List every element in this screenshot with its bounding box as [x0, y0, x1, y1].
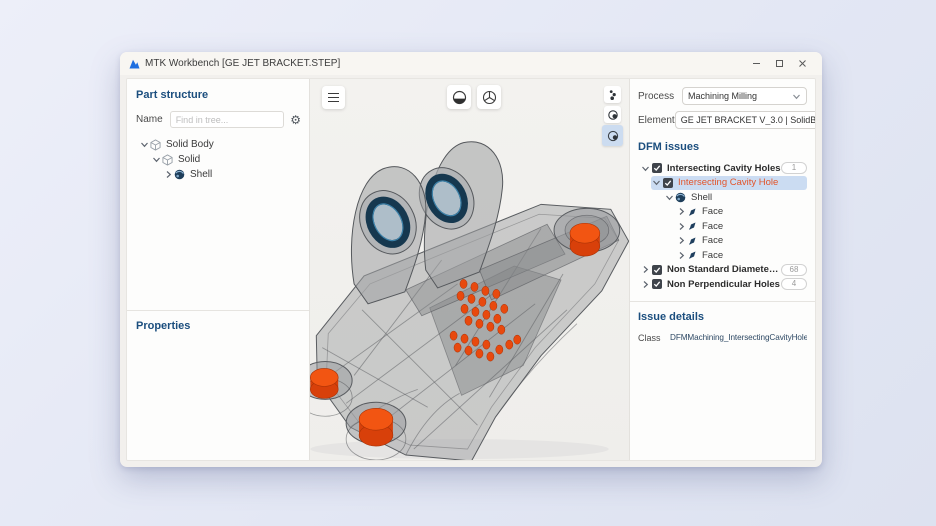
desktop-background: MTK Workbench [GE JET BRACKET.STEP] Part… [0, 0, 936, 526]
chevron-down-icon[interactable] [138, 140, 150, 149]
dfm-issues-tree: Intersecting Cavity Holes 1 Intersecting… [638, 161, 807, 291]
main-content: Part structure Name ⚙ Solid Body [126, 78, 816, 461]
chevron-right-icon[interactable] [676, 236, 687, 245]
issue-category-intersecting-cavity-holes[interactable]: Intersecting Cavity Holes 1 [638, 161, 807, 175]
tree-item-shell[interactable]: Shell [136, 167, 301, 182]
view-orientation-button[interactable] [477, 85, 501, 109]
gear-icon[interactable]: ⚙ [290, 114, 301, 126]
checkbox-check-icon [653, 164, 661, 172]
shaded-view-icon [452, 90, 467, 105]
issue-sphere-button[interactable] [604, 106, 621, 123]
class-value: DFMMachining_IntersectingCavityHoleIssue [670, 333, 807, 343]
chevron-down-icon[interactable] [640, 164, 651, 173]
process-select[interactable]: Machining Milling [682, 87, 807, 105]
properties-title: Properties [136, 320, 301, 332]
checkbox-check-icon [664, 179, 672, 187]
checkbox-checked[interactable] [652, 265, 662, 275]
element-label: Element [638, 115, 675, 126]
issue-node-shell[interactable]: Shell [638, 190, 807, 204]
shaded-view-button[interactable] [447, 85, 471, 109]
part-structure-panel: Part structure Name ⚙ Solid Body [127, 79, 310, 460]
tree-item-label: Solid [178, 154, 200, 165]
issue-category-non-standard-diameter-holes[interactable]: Non Standard Diameter Holes 68 [638, 263, 807, 277]
chevron-right-icon[interactable] [676, 251, 687, 260]
isolate-issue-button[interactable] [602, 125, 623, 146]
issue-count-badge: 1 [781, 162, 807, 174]
checkbox-check-icon [653, 266, 661, 274]
view-orientation-icon [482, 90, 497, 105]
cube-icon [150, 139, 161, 151]
hamburger-icon [328, 93, 339, 94]
issue-count-badge: 4 [781, 278, 807, 290]
face-icon [687, 250, 697, 260]
tree-item-solid[interactable]: Solid [136, 152, 301, 167]
issue-markers-icon [608, 89, 618, 101]
divider [630, 301, 815, 302]
tree-search-input[interactable] [170, 111, 285, 128]
face-icon [687, 221, 697, 231]
element-select[interactable]: GE JET BRACKET V_3.0 | SolidBo [675, 111, 816, 129]
app-logo-icon [129, 59, 140, 69]
issue-node-face[interactable]: Face [638, 248, 807, 262]
chevron-right-icon[interactable] [676, 222, 687, 231]
issue-count-badge: 68 [781, 264, 807, 276]
viewport-menu-button[interactable] [322, 86, 345, 109]
chevron-down-icon[interactable] [664, 193, 675, 202]
app-window: MTK Workbench [GE JET BRACKET.STEP] Part… [120, 52, 822, 467]
class-label: Class [638, 333, 670, 343]
minimize-button[interactable] [745, 52, 768, 75]
chevron-right-icon[interactable] [640, 265, 651, 274]
maximize-button[interactable] [768, 52, 791, 75]
issue-category-non-perpendicular-holes[interactable]: Non Perpendicular Holes 4 [638, 277, 807, 291]
chevron-right-icon[interactable] [162, 170, 174, 179]
issue-node-face[interactable]: Face [638, 234, 807, 248]
issue-details-title: Issue details [638, 311, 807, 323]
issue-node-face[interactable]: Face [638, 219, 807, 233]
chevron-right-icon[interactable] [640, 280, 651, 289]
checkbox-checked[interactable] [652, 163, 662, 173]
dropdown-chevron-icon [792, 92, 801, 101]
bracket-3d-model[interactable] [310, 79, 629, 460]
dfm-issues-title: DFM issues [638, 141, 807, 153]
window-title: MTK Workbench [GE JET BRACKET.STEP] [145, 58, 340, 69]
viewport-3d[interactable] [310, 79, 629, 460]
dfm-panel: Process Machining Milling Element GE JET… [629, 79, 815, 460]
part-structure-title: Part structure [136, 89, 301, 101]
face-icon [687, 236, 697, 246]
process-label: Process [638, 91, 682, 102]
tree-item-label: Solid Body [166, 139, 214, 150]
titlebar[interactable]: MTK Workbench [GE JET BRACKET.STEP] [120, 52, 822, 75]
checkbox-check-icon [653, 280, 661, 288]
checkbox-checked[interactable] [652, 279, 662, 289]
close-button[interactable] [791, 52, 814, 75]
isolate-issue-icon [606, 129, 620, 143]
chevron-right-icon[interactable] [676, 207, 687, 216]
issue-markers-button[interactable] [604, 86, 621, 103]
shell-icon [174, 169, 185, 180]
tree-item-solid-body[interactable]: Solid Body [136, 137, 301, 152]
issue-sphere-icon [607, 109, 619, 121]
window-controls [745, 52, 822, 75]
chevron-down-icon[interactable] [150, 155, 162, 164]
name-label: Name [136, 114, 163, 125]
cube-icon [162, 154, 173, 166]
shell-icon [675, 192, 686, 203]
checkbox-checked[interactable] [663, 178, 673, 188]
issue-item-intersecting-cavity-hole[interactable]: Intersecting Cavity Hole [651, 176, 807, 190]
chevron-down-icon[interactable] [651, 178, 662, 187]
tree-item-label: Shell [190, 169, 212, 180]
issue-node-face[interactable]: Face [638, 205, 807, 219]
face-icon [687, 207, 697, 217]
